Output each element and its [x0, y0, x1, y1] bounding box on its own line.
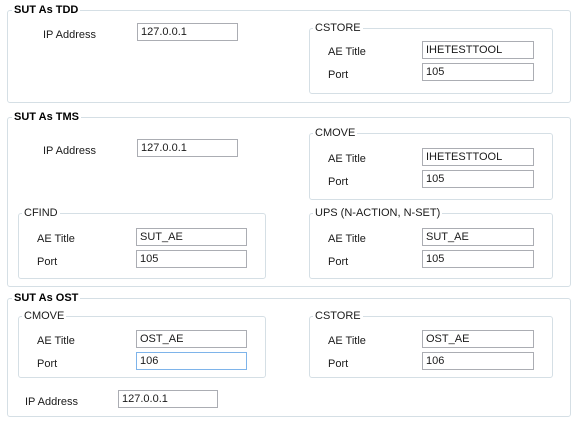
tdd-ip-label: IP Address	[43, 29, 96, 41]
ost-cmove-port-field[interactable]: 106	[136, 352, 247, 370]
tms-cfind-title: CFIND	[22, 207, 60, 220]
tdd-ip-field[interactable]: 127.0.0.1	[137, 23, 238, 41]
ost-cstore-port-label: Port	[328, 358, 349, 370]
tms-cmove-group	[309, 133, 553, 200]
ost-cmove-port-label: Port	[37, 358, 58, 370]
tms-ups-group	[309, 213, 553, 279]
tdd-cstore-group	[309, 28, 553, 94]
tms-cmove-title: CMOVE	[313, 127, 358, 140]
tms-ip-label: IP Address	[43, 145, 96, 157]
tms-cmove-ae-label: AE Title	[328, 153, 366, 165]
tms-ip-field[interactable]: 127.0.0.1	[137, 139, 238, 157]
ost-cstore-ae-field[interactable]: OST_AE	[422, 330, 534, 348]
ost-cstore-ae-label: AE Title	[328, 335, 366, 347]
tms-cfind-ae-label: AE Title	[37, 233, 75, 245]
ost-ip-label: IP Address	[25, 396, 78, 408]
tms-ups-ae-label: AE Title	[328, 233, 366, 245]
ost-cstore-port-field[interactable]: 106	[422, 352, 534, 370]
tms-cfind-group	[18, 213, 266, 279]
ost-ip-field[interactable]: 127.0.0.1	[118, 390, 218, 408]
tms-cmove-ae-field[interactable]: IHETESTTOOL	[422, 148, 534, 166]
tms-group-title: SUT As TMS	[12, 111, 81, 124]
tdd-cstore-title: CSTORE	[313, 22, 363, 35]
tdd-cstore-port-field[interactable]: 105	[422, 63, 534, 81]
tms-cfind-port-field[interactable]: 105	[136, 250, 247, 268]
tms-cmove-port-label: Port	[328, 176, 349, 188]
tms-cfind-ae-field[interactable]: SUT_AE	[136, 228, 247, 246]
tdd-group-title: SUT As TDD	[12, 4, 81, 17]
ost-cmove-ae-label: AE Title	[37, 335, 75, 347]
tms-ups-port-label: Port	[328, 256, 349, 268]
tms-ups-title: UPS (N-ACTION, N-SET)	[313, 207, 443, 220]
ost-group-title: SUT As OST	[12, 292, 81, 305]
tms-cfind-port-label: Port	[37, 256, 58, 268]
tdd-cstore-ae-label: AE Title	[328, 46, 366, 58]
tms-ups-ae-field[interactable]: SUT_AE	[422, 228, 534, 246]
tdd-cstore-port-label: Port	[328, 69, 349, 81]
tms-cmove-port-field[interactable]: 105	[422, 170, 534, 188]
tdd-cstore-ae-field[interactable]: IHETESTTOOL	[422, 41, 534, 59]
tms-ups-port-field[interactable]: 105	[422, 250, 534, 268]
ost-cmove-ae-field[interactable]: OST_AE	[136, 330, 247, 348]
ost-cmove-title: CMOVE	[22, 310, 67, 323]
ost-cstore-title: CSTORE	[313, 310, 363, 323]
